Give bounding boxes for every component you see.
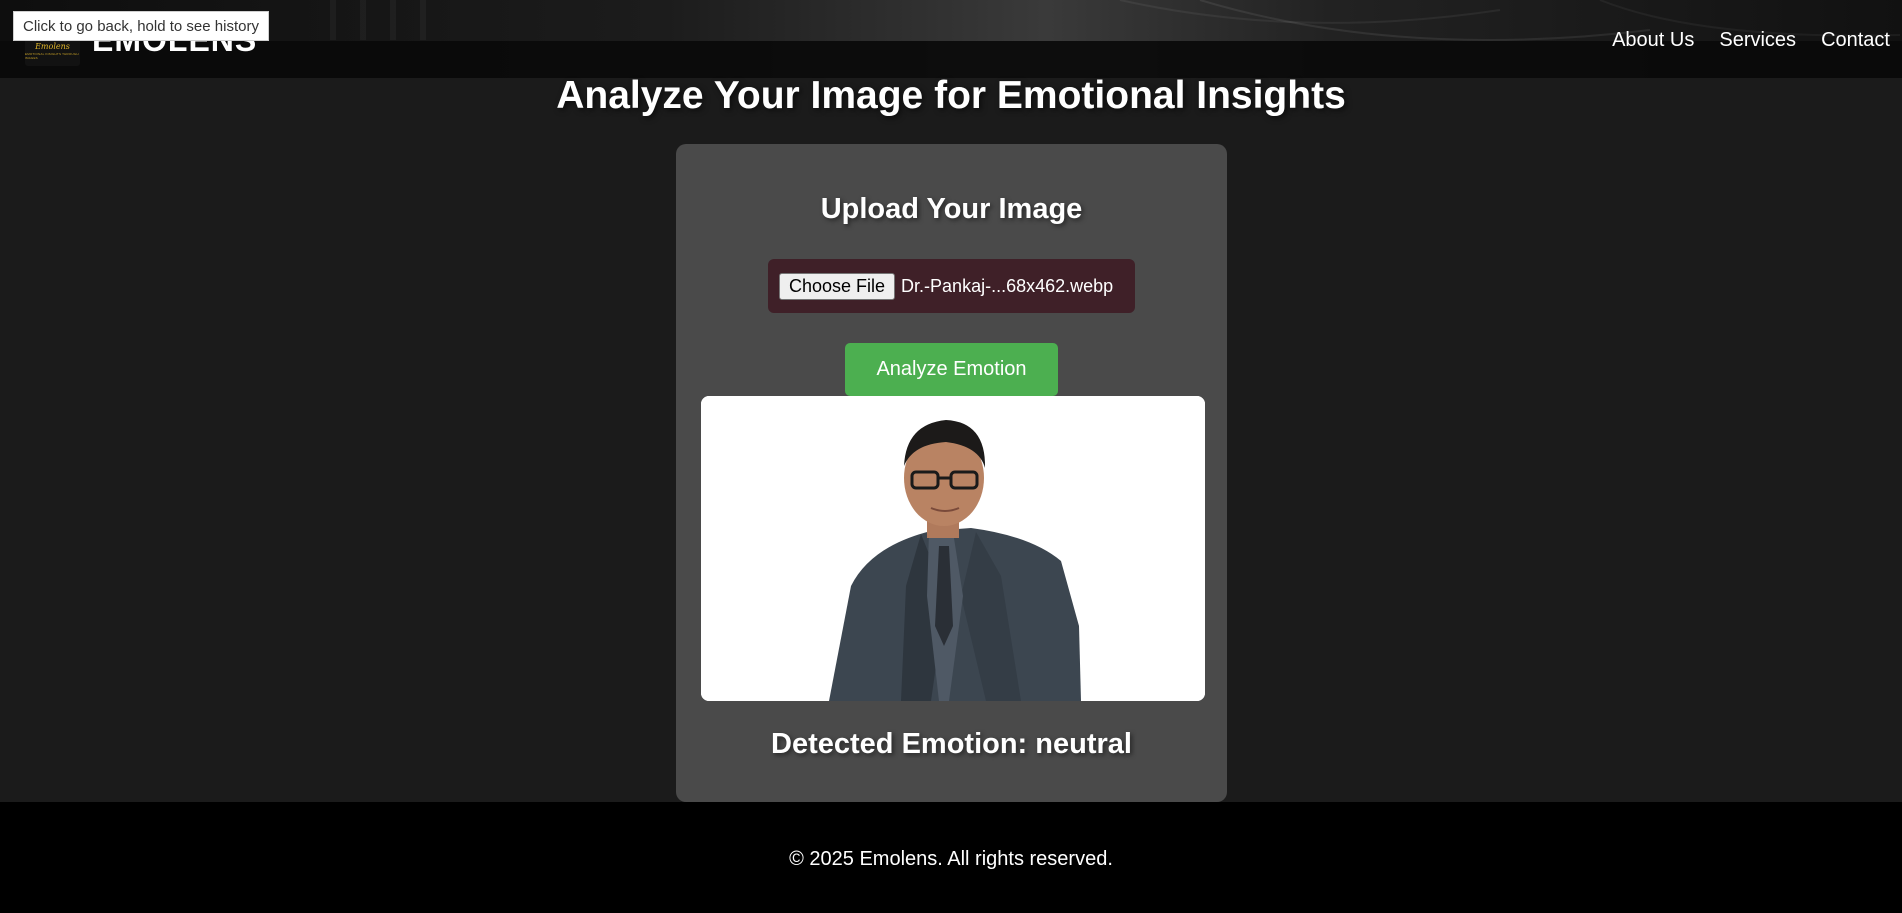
nav-link-services[interactable]: Services	[1719, 28, 1796, 52]
upload-card: Upload Your Image Choose File Dr.-Pankaj…	[676, 144, 1227, 802]
logo-tagline: EMOTIONAL INSIGHTS THROUGH IMAGES	[25, 52, 79, 60]
back-button-tooltip: Click to go back, hold to see history	[13, 11, 269, 41]
selected-file-name: Dr.-Pankaj-...68x462.webp	[901, 275, 1114, 296]
copyright-text: © 2025 Emolens. All rights reserved.	[789, 848, 1113, 870]
footer: © 2025 Emolens. All rights reserved.	[0, 802, 1902, 913]
choose-file-button[interactable]: Choose File	[779, 272, 896, 300]
nav-link-contact[interactable]: Contact	[1821, 28, 1890, 52]
logo-word: Emolens	[35, 42, 70, 51]
top-nav: About Us Services Contact	[1612, 28, 1902, 52]
file-input[interactable]: Choose File Dr.-Pankaj-...68x462.webp	[768, 259, 1135, 313]
uploaded-image-preview	[701, 396, 1205, 701]
person-photo	[701, 396, 1205, 701]
analyze-emotion-button[interactable]: Analyze Emotion	[845, 343, 1058, 396]
detected-emotion-result: Detected Emotion: neutral	[771, 728, 1132, 760]
upload-title: Upload Your Image	[820, 193, 1083, 225]
nav-link-about-us[interactable]: About Us	[1612, 28, 1694, 52]
page-title: Analyze Your Image for Emotional Insight…	[556, 74, 1346, 117]
